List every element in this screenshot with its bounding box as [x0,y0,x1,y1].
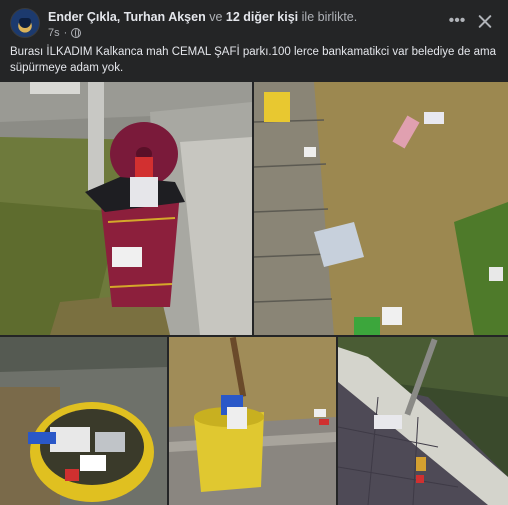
post-text: Burası İLKADIM Kalkanca mah CEMAL ŞAFİ p… [10,46,496,74]
facebook-post: Ender Çıkla, Turhan Akşen ve 12 diğer ki… [0,0,508,505]
author-secondary-link[interactable]: Turhan Akşen [124,10,206,24]
photo-4-image [169,337,336,505]
photo-4[interactable] [169,337,336,505]
photo-2[interactable] [254,82,508,335]
post-meta: 7s · [48,27,82,39]
photo-5-image [338,337,508,505]
photo-3-image [0,337,167,505]
close-icon[interactable] [474,11,496,33]
photo-2-image [254,82,508,335]
author-line: Ender Çıkla, Turhan Akşen ve 12 diğer ki… [48,10,357,24]
meta-dot: · [63,27,68,39]
photo-3[interactable] [0,337,167,505]
author-primary-link[interactable]: Ender Çıkla [48,10,117,24]
globe-icon [71,28,82,38]
others-link[interactable]: 12 diğer kişi [226,10,298,24]
more-options-button[interactable]: ••• [446,12,468,34]
author-separator: , [116,10,121,24]
connector-text: ve [209,10,223,24]
photo-1-image [0,82,252,335]
photo-1[interactable] [0,82,252,335]
avatar[interactable] [10,8,40,38]
photo-5[interactable] [338,337,508,505]
suffix-text: ile birlikte. [301,10,358,24]
post-header: Ender Çıkla, Turhan Akşen ve 12 diğer ki… [10,8,498,42]
post-time[interactable]: 7s [48,27,60,39]
